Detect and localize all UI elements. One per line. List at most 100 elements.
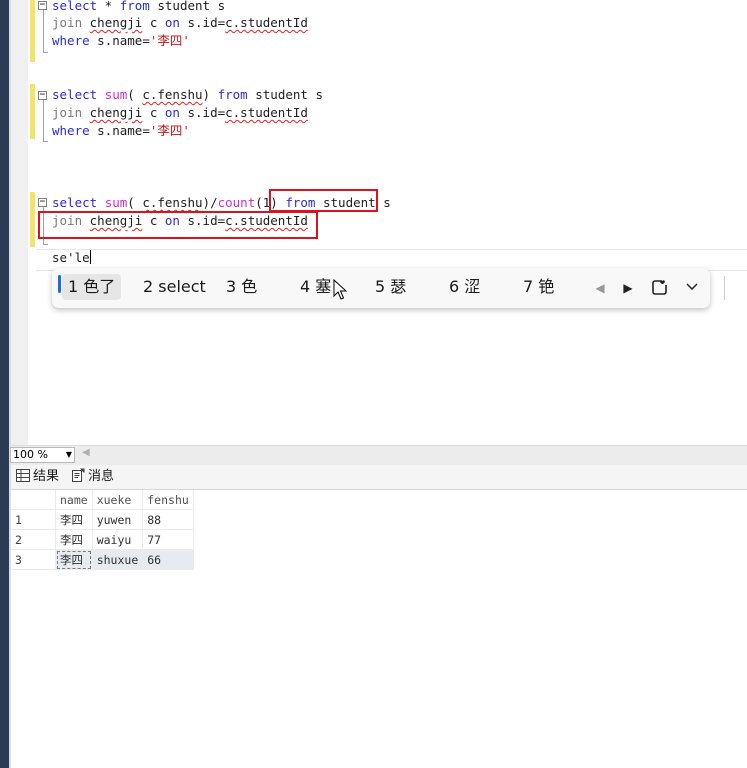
code-token: s.name= <box>89 123 150 138</box>
code-token: c <box>142 15 165 30</box>
code-token: ( <box>127 195 143 210</box>
window-left-edge <box>0 0 9 768</box>
dropdown-arrow-icon: ▼ <box>65 450 72 459</box>
annotation-box <box>38 211 318 239</box>
code-line[interactable]: join chengji c on s.id=c.studentId <box>52 104 308 122</box>
code-line[interactable]: where s.name='李四' <box>52 122 190 140</box>
annotation-box <box>269 189 378 212</box>
code-line[interactable]: select sum( c.fenshu) from student s <box>52 86 323 104</box>
table-row[interactable]: 2 李四 waiyu 77 <box>11 529 194 550</box>
code-line[interactable]: se'le <box>52 249 91 267</box>
fold-guide <box>43 10 44 52</box>
code-token: se'le <box>52 250 90 265</box>
ime-candidate[interactable]: 5 瑟 <box>369 274 412 300</box>
change-marker <box>30 0 35 62</box>
ime-separator <box>724 276 725 300</box>
emoji-panel-icon[interactable] <box>650 278 670 298</box>
editor-margin <box>11 0 28 445</box>
code-token: from <box>119 0 150 13</box>
row-number-header <box>11 490 56 510</box>
change-marker <box>30 84 35 139</box>
cell-fenshu[interactable]: 77 <box>142 529 194 550</box>
code-token: s.name= <box>89 33 150 48</box>
ime-candidate[interactable]: 6 涩 <box>443 274 486 300</box>
code-line[interactable]: where s.name='李四' <box>52 32 190 50</box>
code-token: c.fenshu <box>142 195 203 210</box>
cell-name[interactable]: 李四 <box>55 549 93 570</box>
cell-name[interactable]: 李四 <box>55 509 93 530</box>
row-number[interactable]: 2 <box>11 529 56 550</box>
tab-results-label: 结果 <box>33 469 60 484</box>
code-token: on <box>164 15 180 30</box>
code-token: c <box>142 105 165 120</box>
fold-toggle[interactable]: − <box>38 1 47 10</box>
code-token: join <box>52 15 83 30</box>
code-token: chengji <box>89 15 143 30</box>
code-token: sum <box>104 87 128 102</box>
ime-candidate[interactable]: 2 select <box>137 274 212 300</box>
ime-candidate[interactable]: 7 铯 <box>517 274 560 300</box>
code-token: student s <box>247 87 323 102</box>
fold-toggle[interactable]: − <box>38 198 47 207</box>
code-token: join <box>52 105 83 120</box>
table-row[interactable]: 1 李四 yuwen 88 <box>11 509 194 530</box>
text-caret <box>89 250 91 264</box>
row-number[interactable]: 3 <box>11 549 56 570</box>
change-marker <box>30 192 35 247</box>
results-tab-bar <box>11 465 747 490</box>
scroll-left-icon[interactable]: ◀ <box>82 447 90 458</box>
cell-xueke[interactable]: yuwen <box>92 509 144 530</box>
fold-guide-end <box>43 52 48 53</box>
fold-guide <box>43 100 44 141</box>
mouse-cursor-icon <box>333 279 347 300</box>
message-icon <box>71 468 85 489</box>
fold-toggle[interactable]: − <box>38 91 47 100</box>
row-number[interactable]: 1 <box>11 509 56 530</box>
code-line[interactable]: join chengji c on s.id=c.studentId <box>52 14 308 32</box>
column-header-name[interactable]: name <box>55 490 93 510</box>
tab-results[interactable]: 结果 <box>16 467 59 487</box>
code-token: c.fenshu <box>142 87 203 102</box>
code-token: ) <box>202 87 218 102</box>
code-token: * <box>97 0 120 13</box>
code-token: select <box>52 87 98 102</box>
cell-xueke[interactable]: waiyu <box>92 529 144 550</box>
code-token: chengji <box>89 105 143 120</box>
code-token: c.studentId <box>225 15 308 30</box>
code-token: select <box>52 0 98 13</box>
code-token: s.id= <box>179 15 226 30</box>
column-header-xueke[interactable]: xueke <box>92 490 144 510</box>
code-token: ( <box>127 87 143 102</box>
ime-candidate-popup: 1 色了 2 select 3 色 4 塞 5 瑟 6 涩 7 铯 ◀ ▶ <box>52 268 725 308</box>
selection-indicator <box>58 275 61 293</box>
triangle-left-icon[interactable]: ◀ <box>590 278 610 298</box>
fold-guide-end <box>43 244 48 245</box>
zoom-select[interactable]: 100 % ▼ <box>10 447 75 463</box>
cell-fenshu[interactable]: 88 <box>142 509 194 530</box>
ime-candidate[interactable]: 4 塞 <box>294 274 337 300</box>
cell-name[interactable]: 李四 <box>55 529 93 550</box>
zoom-value: 100 % <box>13 448 48 461</box>
grid-icon <box>16 469 30 489</box>
table-row[interactable]: 3 李四 shuxue 66 <box>11 549 194 570</box>
code-token: )/ <box>202 195 218 210</box>
ime-candidate[interactable]: 1 色了 <box>62 274 122 300</box>
tab-messages[interactable]: 消息 <box>71 467 114 487</box>
column-header-fenshu[interactable]: fenshu <box>142 490 194 510</box>
ime-candidate[interactable]: 3 色 <box>220 274 263 300</box>
code-token: student s <box>149 0 226 13</box>
code-token: select <box>52 195 98 210</box>
results-grid[interactable]: name xueke fenshu 1 李四 yuwen 88 2 李四 wai… <box>11 490 194 570</box>
chevron-down-icon[interactable] <box>682 278 702 298</box>
code-token: where <box>52 33 90 48</box>
cell-xueke[interactable]: shuxue <box>92 549 144 570</box>
header-row: name xueke fenshu <box>11 490 194 510</box>
fold-guide-end <box>43 141 48 142</box>
cell-fenshu[interactable]: 66 <box>142 549 194 570</box>
triangle-right-icon[interactable]: ▶ <box>618 278 638 298</box>
code-line[interactable]: select * from student s <box>52 0 225 15</box>
